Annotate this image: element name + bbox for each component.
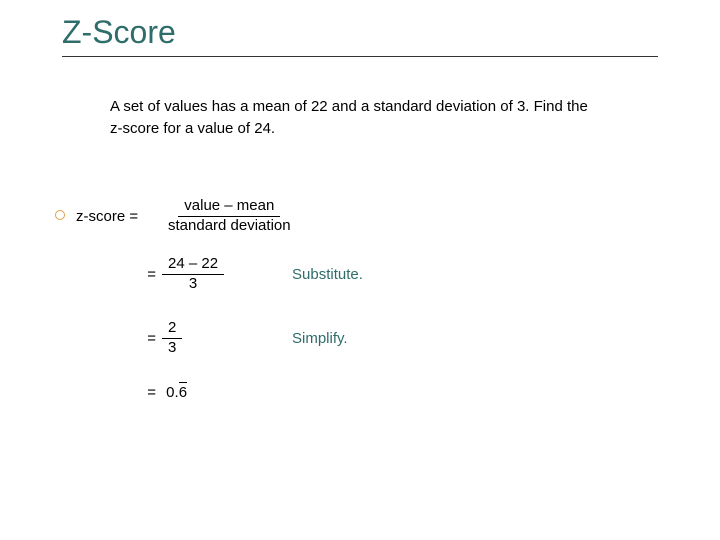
formula-denominator: standard deviation	[162, 217, 297, 235]
title-underline	[62, 56, 658, 57]
result-prefix: 0.	[166, 384, 179, 401]
step2-denominator: 3	[162, 339, 182, 357]
step-result: = 0.6	[138, 384, 363, 401]
slide-title: Z-Score	[62, 14, 176, 51]
equals-sign: =	[138, 266, 162, 283]
problem-line1: A set of values has a mean of 22 and a s…	[110, 98, 588, 115]
steps: = 24 – 22 3 Substitute. = 2 3 Simplify. …	[138, 256, 363, 429]
slide: Z-Score A set of values has a mean of 22…	[0, 0, 720, 540]
result-repeating: 6	[179, 384, 187, 401]
equals-sign: =	[138, 384, 162, 401]
formula-lhs: z-score =	[76, 208, 162, 225]
step1-fraction: 24 – 22 3	[162, 256, 224, 292]
formula-fraction: value – mean standard deviation	[162, 198, 297, 234]
step2-numerator: 2	[162, 320, 182, 339]
bullet-icon	[55, 210, 65, 220]
result-value: 0.6	[162, 384, 252, 401]
step-substitute: = 24 – 22 3 Substitute.	[138, 256, 363, 292]
step1-annotation: Substitute.	[292, 266, 363, 283]
step2-annotation: Simplify.	[292, 330, 348, 347]
problem-text: A set of values has a mean of 22 and a s…	[110, 96, 650, 140]
step2-fraction: 2 3	[162, 320, 182, 356]
step1-numerator: 24 – 22	[162, 256, 224, 275]
step-simplify: = 2 3 Simplify.	[138, 320, 363, 356]
formula-row: z-score = value – mean standard deviatio…	[76, 198, 297, 262]
formula-numerator: value – mean	[178, 198, 280, 217]
equals-sign: =	[138, 330, 162, 347]
step1-denominator: 3	[183, 275, 203, 293]
problem-line2: z-score for a value of 24.	[110, 120, 275, 137]
